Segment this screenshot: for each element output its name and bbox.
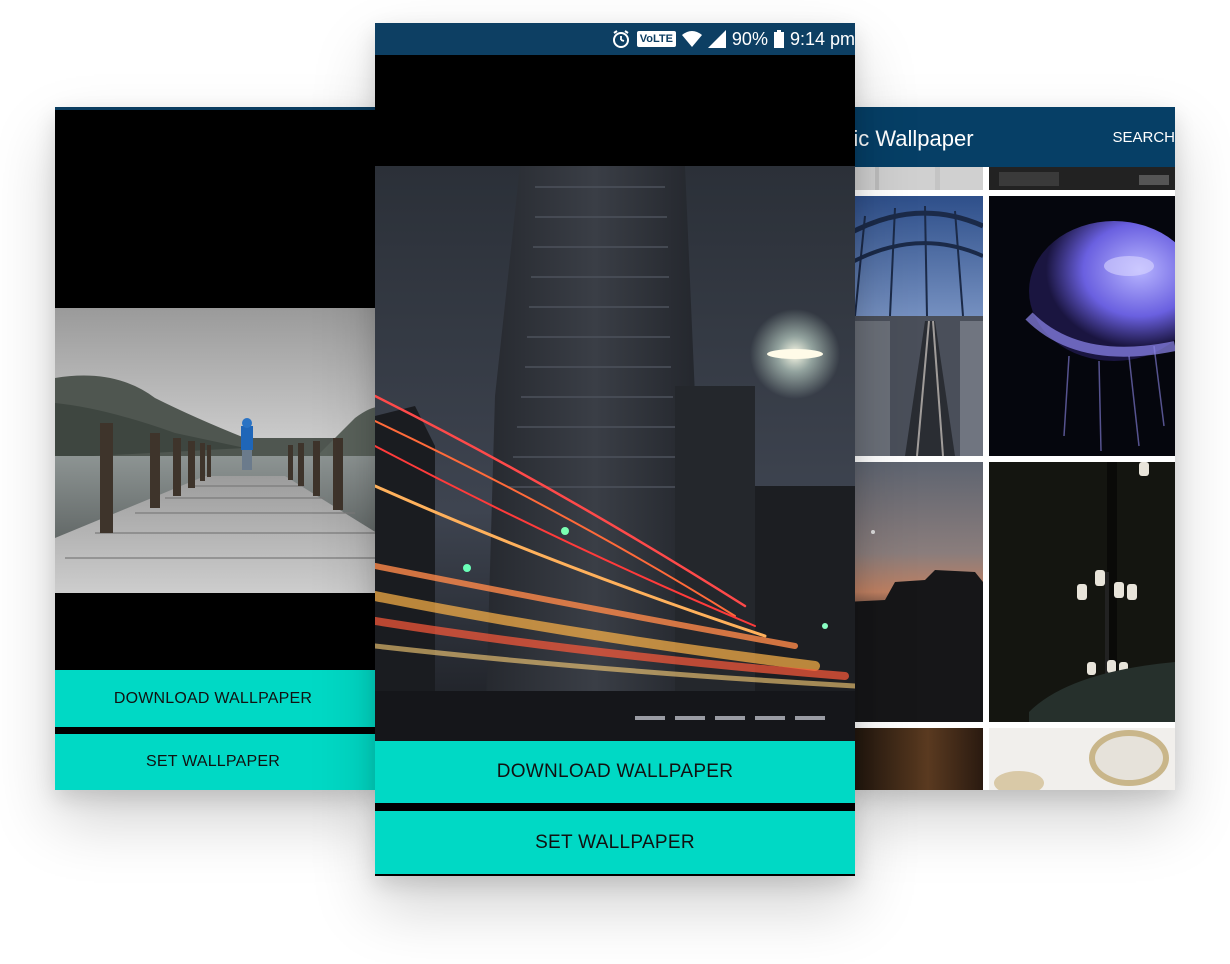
- download-wallpaper-button[interactable]: DOWNLOAD WALLPAPER: [55, 670, 385, 727]
- wallpaper-preview-city: [375, 166, 855, 741]
- wallpaper-thumbnail-jellyfish[interactable]: [989, 196, 1175, 456]
- wallpaper-thumbnail[interactable]: [989, 167, 1175, 190]
- search-button[interactable]: SEARCH: [1112, 129, 1175, 146]
- wallpaper-preview-pier: [55, 308, 385, 593]
- clock-time: 9:14 pm: [789, 28, 855, 49]
- wallpaper-thumbnail[interactable]: [845, 167, 983, 190]
- app-title: mic Wallpaper: [845, 126, 974, 151]
- wallpaper-thumbnail[interactable]: [845, 728, 983, 790]
- wifi-icon: [681, 30, 702, 48]
- wallpaper-thumbnail[interactable]: [989, 728, 1175, 790]
- set-wallpaper-button[interactable]: SET WALLPAPER: [375, 811, 855, 874]
- wallpaper-thumbnail-streetlamp[interactable]: [989, 462, 1175, 722]
- battery-icon: [773, 30, 784, 48]
- wallpaper-thumbnail-station[interactable]: [845, 196, 983, 456]
- download-wallpaper-button[interactable]: DOWNLOAD WALLPAPER: [375, 741, 855, 803]
- center-phone-screen: VoLTE 90% 9:14 pm DOWNLOAD WALLPAPER SET…: [375, 23, 855, 876]
- button-divider: [375, 803, 855, 811]
- volte-badge: VoLTE: [636, 31, 676, 47]
- alarm-icon: [611, 29, 631, 49]
- app-toolbar: mic Wallpaper SEARCH: [845, 107, 1175, 167]
- top-bar-edge: [55, 107, 385, 110]
- right-phone-screen: mic Wallpaper SEARCH: [845, 107, 1175, 790]
- left-phone-screen: DOWNLOAD WALLPAPER SET WALLPAPER: [55, 107, 385, 790]
- battery-percent: 90%: [731, 28, 768, 49]
- signal-icon: [707, 30, 726, 48]
- wallpaper-thumbnail-dusk[interactable]: [845, 462, 983, 722]
- status-bar: VoLTE 90% 9:14 pm: [375, 23, 855, 55]
- set-wallpaper-button[interactable]: SET WALLPAPER: [55, 734, 385, 790]
